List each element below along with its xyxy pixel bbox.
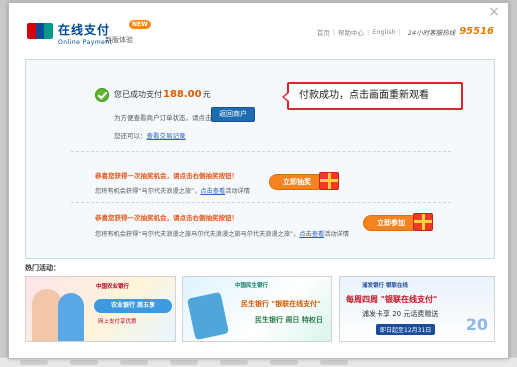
background-item <box>120 360 148 365</box>
activity-banner-spdb[interactable]: 浦发银行 银联在线 每周四周 "银联在线支付" 浦发卡享 20 元话费赠送 即日… <box>339 276 495 342</box>
unionpay-logo-icon <box>27 23 53 39</box>
phone-illustration <box>187 291 229 341</box>
banner-subtext: 民生银行 周日 特权日 <box>255 316 323 324</box>
amount-unit: 元 <box>202 90 211 99</box>
activity-banner-abc[interactable]: 中国农业银行 农业银行 周五享 网上支付享优惠 <box>25 276 176 342</box>
top-nav: 首页 | 帮助中心 | English | 24小时客服热线 95516 <box>317 26 494 37</box>
promo-desc-suffix: 活动详情 <box>324 231 349 238</box>
background-item <box>220 360 248 365</box>
promo-detail-link[interactable]: 点击查看 <box>200 188 225 195</box>
promo-title: 恭喜您获得一次抽奖机会，请点击右侧抽奖按钮！ <box>95 214 238 222</box>
nav-home-link[interactable]: 首页 <box>317 27 330 37</box>
banner-date: 即日起至12月31日 <box>376 324 436 335</box>
banner-subtext: 浦发卡享 20 元话费赠送 <box>362 310 439 318</box>
return-hint: 为方便查看商户订单状态，请点击 <box>114 114 212 122</box>
header: 在线支付 Online Payment NEW 新版体验 首页 | 帮助中心 |… <box>9 3 508 51</box>
banner-headline: 民生银行 "银联在线支付" <box>241 300 321 308</box>
banner-big-number: 20 <box>465 315 488 334</box>
banner-headline: 每周四周 "银联在线支付" <box>346 295 438 304</box>
result-panel: 您已成功支付 188.00 元 为方便查看商户订单状态，请点击 返回商户 您还可… <box>25 59 495 259</box>
join-now-button[interactable]: 立即参加 <box>363 215 419 231</box>
banner-bank-name: 中国民生银行 <box>235 283 269 289</box>
more-prefix: 您还可以： <box>114 132 147 140</box>
background-item <box>270 360 298 365</box>
paid-amount: 188.00 <box>163 89 202 100</box>
gift-icon <box>319 172 339 190</box>
background-item <box>170 360 198 365</box>
activity-banner-cmbc[interactable]: 中国民生银行 民生银行 "银联在线支付" 民生银行 周日 特权日 <box>182 276 332 342</box>
banner-bank-name: 中国农业银行 <box>96 284 130 290</box>
payment-result-modal: × 在线支付 Online Payment NEW 新版体验 首页 | 帮助中心… <box>8 2 509 359</box>
hotline-number: 95516 <box>459 26 494 37</box>
success-message: 您已成功支付 188.00 元 <box>114 89 211 100</box>
nav-separator: | <box>332 27 336 36</box>
background-item <box>20 360 48 365</box>
promo-desc-text: 您将有机会获得“马尔代夫浪漫之旅马尔代夫浪漫之旅马尔代夫浪漫之旅”， <box>95 231 300 238</box>
banner-headline: 农业银行 周五享 <box>94 299 172 313</box>
new-badge: NEW <box>129 20 151 29</box>
promo-detail-link[interactable]: 点击查看 <box>299 231 324 238</box>
nav-english-link[interactable]: English <box>372 28 395 36</box>
promo-desc-suffix: 活动详情 <box>225 188 250 195</box>
nav-separator: | <box>398 27 401 36</box>
replay-callout[interactable]: 付款成功，点击画面重新观看 <box>282 82 463 110</box>
banner-subtext: 网上支付享优惠 <box>98 319 137 325</box>
nav-help-link[interactable]: 帮助中心 <box>338 27 364 37</box>
edition-label: 新版体验 <box>105 36 133 44</box>
background-item <box>320 360 348 365</box>
divider <box>71 202 451 203</box>
success-check-icon <box>95 88 109 102</box>
lottery-button[interactable]: 立即抽奖 <box>269 174 325 190</box>
success-prefix: 您已成功支付 <box>114 90 162 99</box>
promo-title: 恭喜您获得一次抽奖机会，请点击右侧抽奖按钮！ <box>95 172 238 180</box>
background-item <box>70 360 98 365</box>
more-options: 您还可以：查看交易记录 <box>114 130 186 140</box>
hot-activities-label: 热门活动： <box>25 264 60 272</box>
nav-separator: | <box>367 27 370 36</box>
gift-icon <box>413 213 433 231</box>
banner-bank-name: 浦发银行 银联在线 <box>362 283 408 289</box>
transaction-history-link[interactable]: 查看交易记录 <box>147 132 186 140</box>
promo-description: 您将有机会获得“马尔代夫浪漫之旅马尔代夫浪漫之旅马尔代夫浪漫之旅”，点击查看活动… <box>95 229 349 238</box>
return-to-merchant-button[interactable]: 返回商户 <box>211 107 255 122</box>
divider <box>71 151 451 152</box>
hotline-label: 24小时客服热线 <box>407 28 456 37</box>
promo-desc-text: 您将有机会获得“马尔代夫浪漫之旅”， <box>95 188 201 195</box>
promo-description: 您将有机会获得“马尔代夫浪漫之旅”，点击查看活动详情 <box>95 186 250 195</box>
person-illustration <box>58 293 84 341</box>
